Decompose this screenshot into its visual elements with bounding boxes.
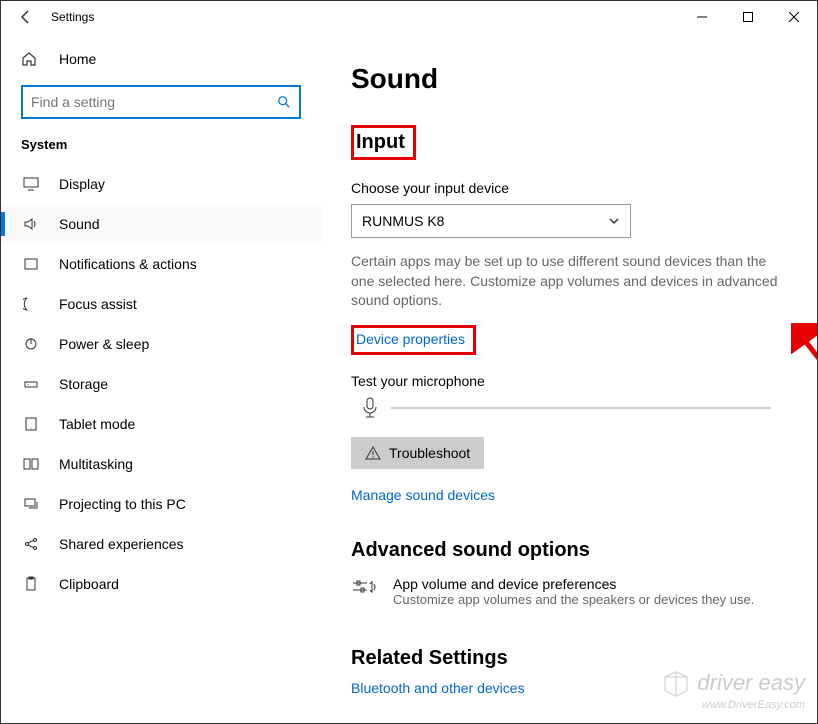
nav-label: Power & sleep [59, 336, 149, 352]
maximize-button[interactable] [725, 1, 771, 33]
dropdown-value: RUNMUS K8 [362, 213, 444, 229]
device-properties-link[interactable]: Device properties [356, 331, 465, 347]
search-icon [277, 95, 291, 109]
home-icon [21, 51, 41, 67]
troubleshoot-button[interactable]: Troubleshoot [351, 437, 484, 469]
home-label: Home [59, 51, 96, 67]
related-heading: Related Settings [351, 647, 787, 670]
sidebar-item-sound[interactable]: Sound [1, 204, 321, 244]
watermark-brand: driver easy [697, 670, 805, 695]
test-mic-label: Test your microphone [351, 373, 787, 389]
sidebar-item-shared[interactable]: Shared experiences [1, 524, 321, 564]
clipboard-icon [21, 576, 41, 592]
sidebar-item-projecting[interactable]: Projecting to this PC [1, 484, 321, 524]
sidebar-item-multitasking[interactable]: Multitasking [1, 444, 321, 484]
annotation-arrow [791, 323, 817, 393]
nav-label: Shared experiences [59, 536, 184, 552]
multitasking-icon [21, 456, 41, 472]
nav-label: Display [59, 176, 105, 192]
nav-label: Clipboard [59, 576, 119, 592]
input-heading: Input [356, 131, 405, 154]
sidebar-item-display[interactable]: Display [1, 164, 321, 204]
nav-label: Tablet mode [59, 416, 135, 432]
search-input[interactable] [21, 85, 301, 119]
notifications-icon [21, 256, 41, 272]
nav-label: Focus assist [59, 296, 137, 312]
chevron-down-icon [608, 215, 620, 227]
annotation-highlight: Device properties [351, 325, 476, 355]
nav-label: Storage [59, 376, 108, 392]
app-volume-row[interactable]: App volume and device preferences Custom… [351, 576, 787, 607]
search-field[interactable] [31, 94, 277, 110]
section-label: System [1, 137, 321, 164]
close-button[interactable] [771, 1, 817, 33]
nav-label: Multitasking [59, 456, 133, 472]
main-content: Sound Input Choose your input device RUN… [321, 33, 817, 723]
page-title: Sound [351, 63, 787, 95]
app-volume-title: App volume and device preferences [393, 576, 754, 592]
microphone-icon [361, 397, 379, 419]
bluetooth-link[interactable]: Bluetooth and other devices [351, 680, 525, 696]
input-device-dropdown[interactable]: RUNMUS K8 [351, 204, 631, 238]
mic-level-bar [391, 407, 771, 409]
sidebar: Home System Display Sound Notifications … [1, 33, 321, 723]
tablet-icon [21, 416, 41, 432]
advanced-heading: Advanced sound options [351, 539, 787, 562]
sidebar-item-storage[interactable]: Storage [1, 364, 321, 404]
nav-label: Notifications & actions [59, 256, 197, 272]
sidebar-item-notifications[interactable]: Notifications & actions [1, 244, 321, 284]
power-icon [21, 336, 41, 352]
choose-device-label: Choose your input device [351, 180, 787, 196]
display-icon [21, 176, 41, 192]
home-nav[interactable]: Home [1, 43, 321, 75]
sidebar-item-focus-assist[interactable]: Focus assist [1, 284, 321, 324]
button-label: Troubleshoot [389, 445, 470, 461]
projecting-icon [21, 496, 41, 512]
annotation-highlight: Input [351, 125, 416, 160]
sidebar-item-clipboard[interactable]: Clipboard [1, 564, 321, 604]
focus-icon [21, 296, 41, 312]
watermark-url: www.DriverEasy.com [661, 699, 805, 711]
storage-icon [21, 376, 41, 392]
window-title: Settings [51, 10, 94, 24]
warning-icon [365, 445, 381, 461]
shared-icon [21, 536, 41, 552]
nav-label: Projecting to this PC [59, 496, 186, 512]
sliders-icon [351, 576, 379, 600]
manage-devices-link[interactable]: Manage sound devices [351, 487, 495, 503]
sidebar-item-tablet[interactable]: Tablet mode [1, 404, 321, 444]
title-bar: Settings [1, 1, 817, 33]
sidebar-item-power[interactable]: Power & sleep [1, 324, 321, 364]
app-volume-desc: Customize app volumes and the speakers o… [393, 592, 754, 607]
device-description: Certain apps may be set up to use differ… [351, 252, 787, 311]
minimize-button[interactable] [679, 1, 725, 33]
back-button[interactable] [11, 2, 41, 32]
nav-label: Sound [59, 216, 99, 232]
watermark: driver easy www.DriverEasy.com [661, 669, 805, 711]
sound-icon [21, 216, 41, 232]
